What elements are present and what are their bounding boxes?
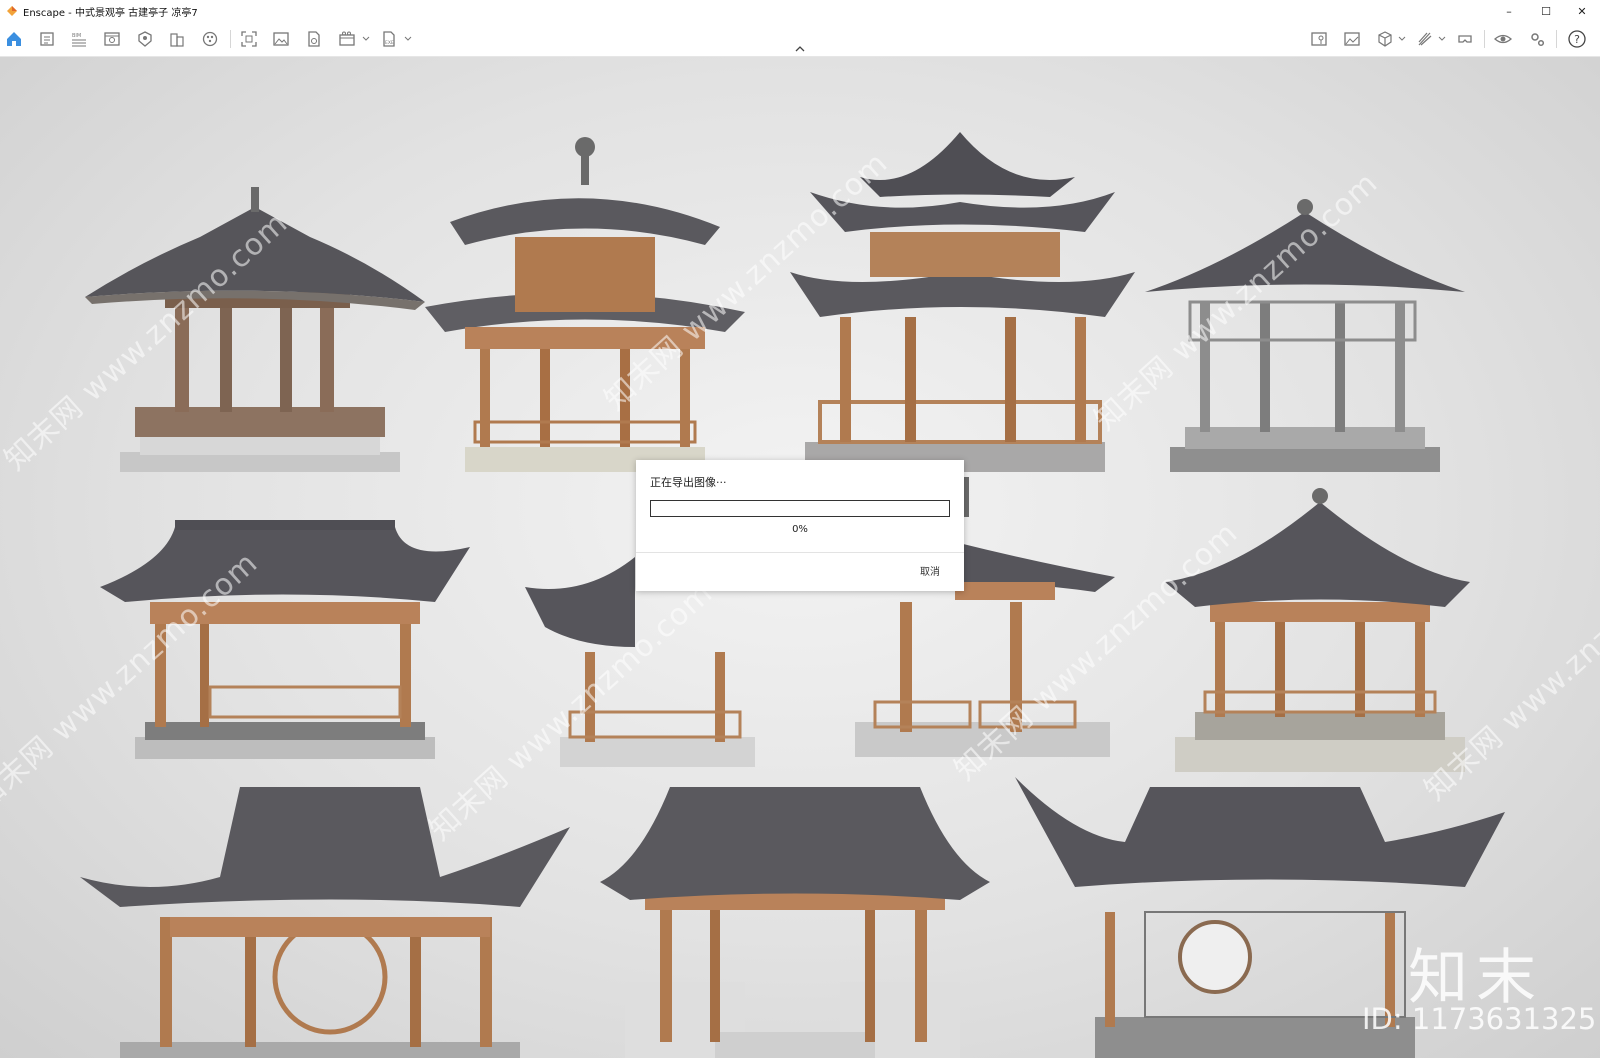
image-export-button[interactable] xyxy=(272,30,290,48)
close-icon: ✕ xyxy=(1577,4,1587,18)
screenshot-button[interactable] xyxy=(240,30,258,48)
svg-text:BIM: BIM xyxy=(72,33,81,39)
gallery-button[interactable] xyxy=(1343,30,1361,48)
vr-headset-button[interactable] xyxy=(1456,30,1474,48)
material-icon xyxy=(202,31,218,47)
help-button[interactable]: ? xyxy=(1568,30,1586,48)
vr-headset-icon xyxy=(1458,35,1472,43)
map-icon xyxy=(1311,32,1327,46)
home-icon xyxy=(7,32,21,46)
toolbar-separator xyxy=(1484,30,1485,48)
screenshot-icon xyxy=(241,31,257,47)
video-icon xyxy=(339,31,355,46)
minimize-icon: – xyxy=(1506,4,1512,18)
enscape-logo-icon xyxy=(7,6,17,16)
render-viewport[interactable]: 知末网 www.znzmo.com 知末网 www.znzmo.com 知末网 … xyxy=(0,57,1600,1058)
collapse-toolbar-icon[interactable] xyxy=(794,45,806,53)
maximize-icon: ☐ xyxy=(1541,4,1551,18)
chevron-down-icon[interactable] xyxy=(404,35,412,43)
map-button[interactable] xyxy=(1310,30,1328,48)
chevron-down-icon[interactable] xyxy=(1398,35,1406,43)
progress-bar xyxy=(650,500,950,517)
svg-text:EXE: EXE xyxy=(385,40,394,46)
toolbar-separator xyxy=(1556,30,1557,48)
sketch-button[interactable] xyxy=(1416,30,1434,48)
image-export-icon xyxy=(273,32,289,46)
chevron-down-icon[interactable] xyxy=(362,35,370,43)
pavilion-model xyxy=(85,187,425,472)
pavilion-model xyxy=(600,787,990,1058)
dialog-divider xyxy=(636,552,964,553)
exe-export-icon: EXE xyxy=(383,31,395,47)
chevron-down-icon[interactable] xyxy=(1438,35,1446,43)
dialog-title: 正在导出图像··· xyxy=(650,476,727,489)
maximize-button[interactable]: ☐ xyxy=(1528,0,1564,22)
batch-render-icon xyxy=(308,31,320,47)
export-progress-dialog: 正在导出图像··· 0% 取消 xyxy=(636,460,964,591)
settings-button[interactable] xyxy=(1528,30,1546,48)
building-icon xyxy=(170,33,184,47)
settings-file-icon xyxy=(40,32,54,46)
settings-file-button[interactable] xyxy=(38,30,56,48)
view-icon xyxy=(104,32,120,46)
title-bar: Enscape - 中式景观亭 古建亭子 凉亭7 – ☐ ✕ xyxy=(0,0,1600,22)
image-id: ID: 1173631325 xyxy=(1362,1002,1597,1036)
building-button[interactable] xyxy=(168,30,186,48)
cube-icon xyxy=(1378,31,1392,47)
sketch-icon xyxy=(1418,32,1432,46)
pavilion-model xyxy=(80,787,570,1058)
exe-export-button[interactable]: EXE xyxy=(380,30,398,48)
window-title: Enscape - 中式景观亭 古建亭子 凉亭7 xyxy=(23,7,198,19)
bim-button[interactable]: BIM xyxy=(70,30,88,48)
asset-library-icon xyxy=(138,31,152,47)
video-button[interactable] xyxy=(338,30,356,48)
minimize-button[interactable]: – xyxy=(1491,0,1527,22)
cancel-button[interactable]: 取消 xyxy=(920,563,940,578)
view-button[interactable] xyxy=(103,30,121,48)
help-icon: ? xyxy=(1568,30,1586,48)
bim-icon: BIM xyxy=(72,33,86,47)
asset-library-button[interactable] xyxy=(136,30,154,48)
gallery-icon xyxy=(1344,32,1360,46)
svg-text:?: ? xyxy=(1574,33,1580,46)
visibility-button[interactable] xyxy=(1494,30,1512,48)
close-button[interactable]: ✕ xyxy=(1564,0,1600,22)
home-button[interactable] xyxy=(5,30,23,48)
material-button[interactable] xyxy=(201,30,219,48)
toolbar-separator xyxy=(230,30,231,48)
progress-percent: 0% xyxy=(792,524,808,535)
batch-render-button[interactable] xyxy=(305,30,323,48)
cube-button[interactable] xyxy=(1376,30,1394,48)
settings-icon xyxy=(1531,33,1545,47)
visibility-icon xyxy=(1494,34,1512,44)
toolbar: BIM EXE ? xyxy=(0,22,1600,57)
